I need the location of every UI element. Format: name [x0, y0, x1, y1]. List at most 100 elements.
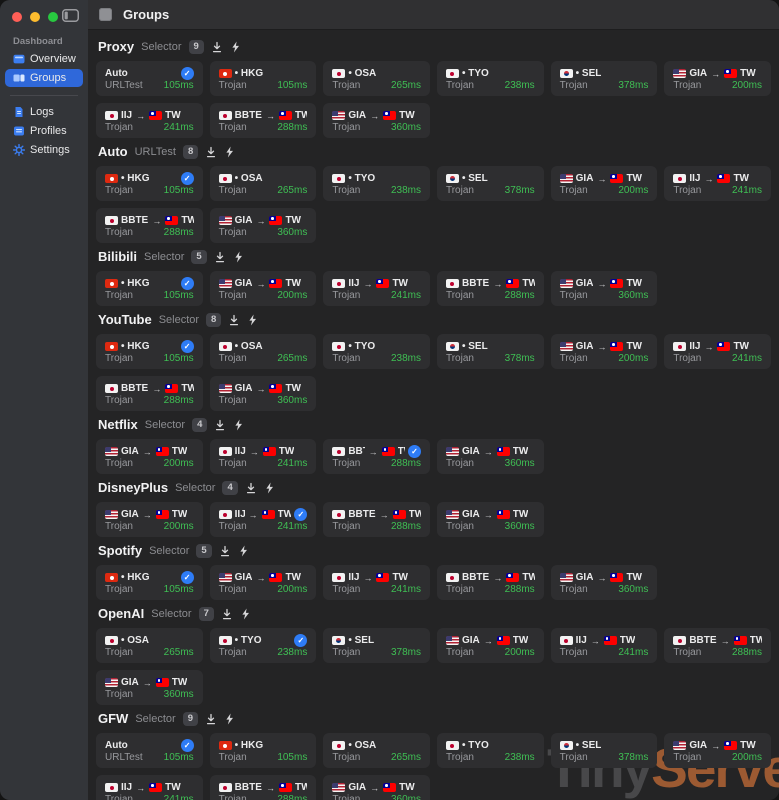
proxy-name: Auto — [105, 740, 128, 751]
proxy-card[interactable]: • SEL Trojan 378ms — [551, 61, 658, 96]
proxy-card[interactable]: IIJ → TW Trojan 241ms — [664, 334, 771, 369]
proxy-count-badge: 8 — [183, 145, 198, 159]
proxy-card[interactable]: • TYO Trojan 238ms — [210, 628, 317, 663]
proxy-name-2: TW — [626, 341, 642, 352]
proxy-card[interactable]: • HKG Trojan 105ms — [96, 334, 203, 369]
latency-test-icon[interactable] — [205, 146, 217, 158]
proxy-card[interactable]: GIA → TW Trojan 360ms — [551, 565, 658, 600]
proxy-card[interactable]: • SEL Trojan 378ms — [323, 628, 430, 663]
speed-test-bolt-icon[interactable] — [233, 251, 244, 263]
proxy-name-2: TW — [513, 446, 529, 457]
proxy-card[interactable]: GIA → TW Trojan 200ms — [96, 439, 203, 474]
latency-test-icon[interactable] — [219, 545, 231, 557]
proxy-card[interactable]: GIA → TW Trojan 200ms — [664, 733, 771, 768]
sidebar-item-settings[interactable]: Settings — [5, 141, 83, 159]
proxy-card-top: • HKG — [219, 739, 308, 752]
proxy-card[interactable]: IIJ → TW Trojan 241ms — [96, 775, 203, 800]
proxy-card[interactable]: GIA → TW Trojan 200ms — [437, 628, 544, 663]
latency-test-icon[interactable] — [245, 482, 257, 494]
proxy-card[interactable]: • TYO Trojan 238ms — [323, 166, 430, 201]
proxy-card[interactable]: • TYO Trojan 238ms — [437, 733, 544, 768]
minimize-window-button[interactable] — [30, 12, 40, 22]
sidebar-item-logs[interactable]: Logs — [5, 103, 83, 121]
proxy-card[interactable]: BBTEC → TW Trojan 288ms — [96, 208, 203, 243]
proxy-card[interactable]: GIA → TW Trojan 200ms — [96, 502, 203, 537]
proxy-card[interactable]: IIJ → TW Trojan 241ms — [323, 271, 430, 306]
latency-test-icon[interactable] — [214, 419, 226, 431]
proxy-card[interactable]: • HKG Trojan 105ms — [96, 565, 203, 600]
proxy-card[interactable]: BBTEC → TW Trojan 288ms — [323, 502, 430, 537]
proxy-card[interactable]: BBTEC → TW Trojan 288ms — [96, 376, 203, 411]
proxy-card[interactable]: IIJ → TW Trojan 241ms — [664, 166, 771, 201]
proxy-card[interactable]: IIJ → TW Trojan 241ms — [96, 103, 203, 138]
proxy-card[interactable]: IIJ → TW Trojan 241ms — [323, 565, 430, 600]
proxy-card[interactable]: GIA → TW Trojan 360ms — [323, 103, 430, 138]
toggle-sidebar-icon[interactable] — [62, 9, 79, 22]
proxy-card[interactable]: BBTEC → TW Trojan 288ms — [664, 628, 771, 663]
sidebar-item-overview[interactable]: Overview — [5, 50, 83, 68]
proxy-card[interactable]: BBTEC → TW Trojan 288ms — [437, 271, 544, 306]
proxy-card[interactable]: • OSA Trojan 265ms — [323, 61, 430, 96]
proxy-card[interactable]: • SEL Trojan 378ms — [551, 733, 658, 768]
speed-test-bolt-icon[interactable] — [230, 41, 241, 53]
proxy-card[interactable]: • TYO Trojan 238ms — [437, 61, 544, 96]
proxy-card[interactable]: • SEL Trojan 378ms — [437, 166, 544, 201]
flag-icon — [105, 342, 118, 351]
sidebar-item-groups[interactable]: Groups — [5, 69, 83, 87]
proxy-card-top: • HKG — [105, 340, 194, 353]
proxy-card[interactable]: BBTEC → TW Trojan 288ms — [323, 439, 430, 474]
proxy-card[interactable]: GIA → TW Trojan 200ms — [551, 166, 658, 201]
latency-value: 105ms — [164, 290, 194, 301]
latency-test-icon[interactable] — [205, 713, 217, 725]
sidebar-item-profiles[interactable]: Profiles — [5, 122, 83, 140]
proxy-card[interactable]: Auto URLTest 105ms — [96, 733, 203, 768]
proxy-card[interactable]: BBTEC → TW Trojan 288ms — [437, 565, 544, 600]
proxy-card[interactable]: GIA → TW Trojan 360ms — [323, 775, 430, 800]
proxy-card[interactable]: BBTEC → TW Trojan 288ms — [210, 103, 317, 138]
proxy-card[interactable]: • OSA Trojan 265ms — [210, 334, 317, 369]
flag-icon — [105, 174, 118, 183]
proxy-card[interactable]: GIA → TW Trojan 360ms — [210, 376, 317, 411]
proxy-card[interactable]: • OSA Trojan 265ms — [96, 628, 203, 663]
proxy-card[interactable]: GIA → TW Trojan 200ms — [210, 271, 317, 306]
proxy-card[interactable]: • HKG Trojan 105ms — [210, 61, 317, 96]
latency-test-icon[interactable] — [221, 608, 233, 620]
latency-test-icon[interactable] — [214, 251, 226, 263]
proxy-card[interactable]: GIA → TW Trojan 200ms — [551, 334, 658, 369]
flag-icon — [446, 573, 459, 582]
speed-test-bolt-icon[interactable] — [224, 146, 235, 158]
proxy-card[interactable]: GIA → TW Trojan 200ms — [664, 61, 771, 96]
proxy-card[interactable]: • HKG Trojan 105ms — [96, 166, 203, 201]
proxy-card[interactable]: GIA → TW Trojan 360ms — [551, 271, 658, 306]
close-window-button[interactable] — [12, 12, 22, 22]
latency-test-icon[interactable] — [228, 314, 240, 326]
proxy-card[interactable]: • HKG Trojan 105ms — [96, 271, 203, 306]
speed-test-bolt-icon[interactable] — [224, 713, 235, 725]
zoom-window-button[interactable] — [48, 12, 58, 22]
proxy-card[interactable]: • SEL Trojan 378ms — [437, 334, 544, 369]
proxy-card[interactable]: IIJ → TW Trojan 241ms — [210, 439, 317, 474]
speed-test-bolt-icon[interactable] — [238, 545, 249, 557]
proxy-card[interactable]: BBTEC → TW Trojan 288ms — [210, 775, 317, 800]
latency-test-icon[interactable] — [211, 41, 223, 53]
proxy-card[interactable]: GIA → TW Trojan 360ms — [437, 439, 544, 474]
proxy-card[interactable]: IIJ → TW Trojan 241ms — [210, 502, 317, 537]
proxy-card[interactable]: GIA → TW Trojan 200ms — [210, 565, 317, 600]
speed-test-bolt-icon[interactable] — [240, 608, 251, 620]
flag-icon — [673, 69, 686, 78]
speed-test-bolt-icon[interactable] — [233, 419, 244, 431]
proxy-name: • OSA — [235, 341, 263, 352]
proxy-card-bottom: Trojan 200ms — [219, 584, 308, 595]
speed-test-bolt-icon[interactable] — [247, 314, 258, 326]
proxy-card[interactable]: IIJ → TW Trojan 241ms — [551, 628, 658, 663]
relay-arrow-icon: → — [484, 510, 493, 520]
proxy-card[interactable]: GIA → TW Trojan 360ms — [96, 670, 203, 705]
proxy-card[interactable]: GIA → TW Trojan 360ms — [437, 502, 544, 537]
proxy-card[interactable]: • OSA Trojan 265ms — [323, 733, 430, 768]
proxy-card[interactable]: Auto URLTest 105ms — [96, 61, 203, 96]
speed-test-bolt-icon[interactable] — [264, 482, 275, 494]
proxy-card[interactable]: • TYO Trojan 238ms — [323, 334, 430, 369]
proxy-card[interactable]: GIA → TW Trojan 360ms — [210, 208, 317, 243]
proxy-card[interactable]: • OSA Trojan 265ms — [210, 166, 317, 201]
proxy-card[interactable]: • HKG Trojan 105ms — [210, 733, 317, 768]
